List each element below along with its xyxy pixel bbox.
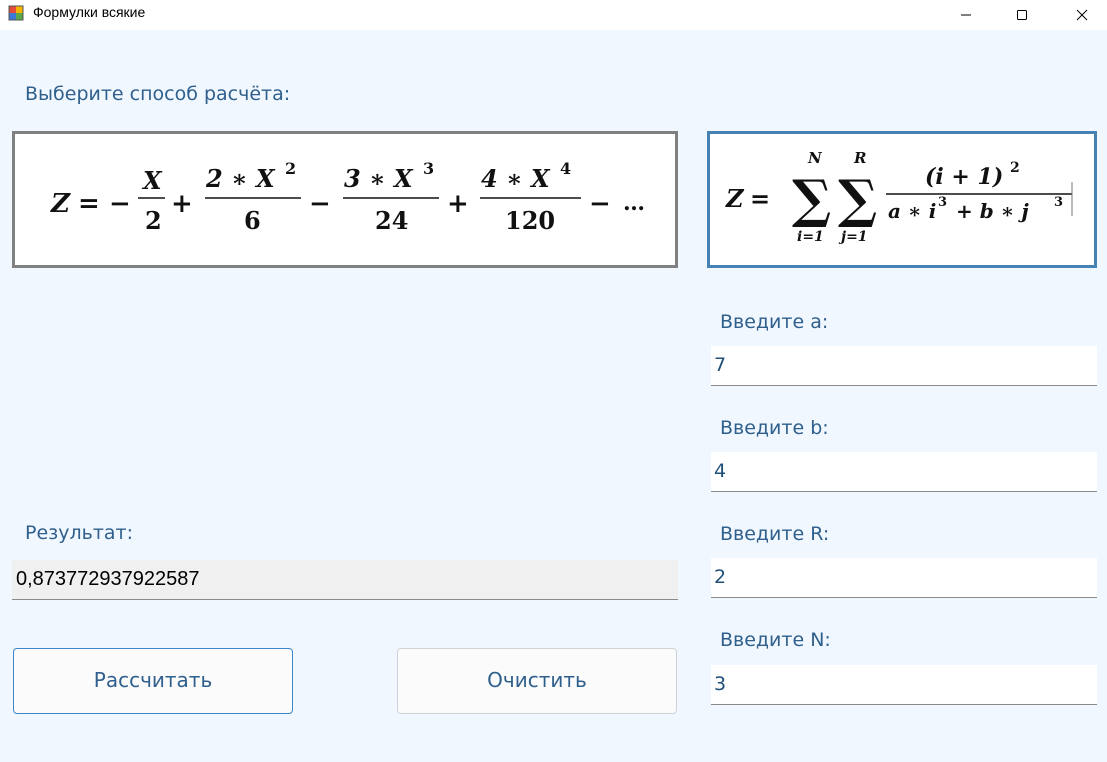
svg-text:4 ∗ X: 4 ∗ X — [481, 164, 551, 193]
enter-a-label: Введите a: — [720, 311, 829, 333]
svg-text:6: 6 — [244, 206, 261, 235]
svg-text:3: 3 — [1054, 195, 1063, 210]
b-input[interactable]: 4 — [711, 452, 1097, 492]
svg-text:(i + 1): (i + 1) — [925, 164, 1003, 190]
minimize-button[interactable] — [941, 0, 991, 30]
svg-text:∑: ∑ — [838, 169, 877, 230]
svg-text:2: 2 — [145, 206, 162, 235]
svg-text:a ∗ i: a ∗ i — [888, 199, 936, 223]
svg-text:2 ∗ X: 2 ∗ X — [205, 164, 276, 193]
result-label: Результат: — [25, 522, 134, 544]
svg-text:Z: Z — [50, 189, 71, 219]
svg-text:∑: ∑ — [792, 169, 831, 230]
app-icon — [8, 5, 24, 21]
svg-text:+: + — [171, 189, 193, 219]
window-title: Формулки всякие — [33, 4, 146, 20]
svg-text:3: 3 — [938, 195, 947, 210]
svg-text:j=1: j=1 — [838, 229, 868, 245]
maximize-button[interactable] — [997, 0, 1047, 30]
close-icon — [1076, 9, 1088, 21]
r-input[interactable]: 2 — [711, 558, 1097, 598]
n-input[interactable]: 3 — [711, 665, 1097, 705]
enter-r-label: Введите R: — [720, 523, 830, 545]
svg-text:Z: Z — [725, 184, 745, 213]
minimize-icon — [961, 14, 971, 16]
svg-text:X: X — [141, 166, 163, 195]
a-input[interactable]: 7 — [711, 346, 1097, 386]
series-formula-image: Z = − X 2 + 2 ∗ X 2 6 − 3 ∗ X 3 24 + 4 ∗… — [50, 159, 645, 235]
close-button[interactable] — [1057, 0, 1107, 30]
svg-text:+ b ∗ j: + b ∗ j — [956, 199, 1029, 223]
svg-text:4: 4 — [560, 159, 571, 178]
svg-text:=: = — [78, 189, 100, 219]
svg-text:2: 2 — [285, 159, 296, 178]
maximize-icon — [1017, 10, 1027, 20]
result-field[interactable]: 0,873772937922587 — [12, 560, 678, 600]
clear-button[interactable]: Очистить — [397, 648, 677, 714]
svg-text:120: 120 — [505, 206, 555, 235]
svg-text:3 ∗ X: 3 ∗ X — [344, 164, 414, 193]
svg-text:24: 24 — [375, 206, 408, 235]
svg-text:N: N — [807, 149, 823, 167]
double-sum-formula-image: Z = N ∑ i=1 R ∑ j=1 (i + 1) 2 a ∗ i 3 + … — [725, 149, 1073, 245]
calculate-button[interactable]: Рассчитать — [13, 648, 293, 714]
svg-text:=: = — [750, 184, 770, 213]
svg-text:−: − — [589, 189, 611, 219]
svg-text:…: … — [623, 190, 645, 216]
title-bar: Формулки всякие — [0, 0, 1107, 30]
series-formula-option[interactable]: Z = − X 2 + 2 ∗ X 2 6 − 3 ∗ X 3 24 + 4 ∗… — [12, 131, 678, 268]
choose-method-label: Выберите способ расчёта: — [25, 83, 291, 105]
enter-b-label: Введите b: — [720, 417, 829, 439]
svg-text:−: − — [109, 189, 131, 219]
svg-text:2: 2 — [1010, 160, 1020, 176]
svg-text:−: − — [309, 189, 331, 219]
svg-text:i=1: i=1 — [797, 229, 824, 245]
double-sum-formula-option[interactable]: Z = N ∑ i=1 R ∑ j=1 (i + 1) 2 a ∗ i 3 + … — [707, 131, 1097, 268]
enter-n-label: Введите N: — [720, 629, 831, 651]
svg-text:R: R — [853, 149, 866, 167]
svg-text:3: 3 — [423, 159, 434, 178]
svg-text:+: + — [447, 189, 469, 219]
